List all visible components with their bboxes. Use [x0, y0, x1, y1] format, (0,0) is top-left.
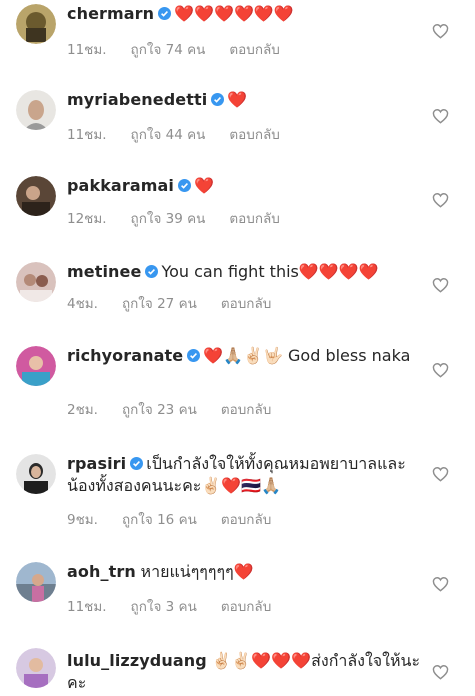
- avatar[interactable]: [16, 346, 56, 386]
- likes-count[interactable]: ถูกใจ 23 คน: [122, 402, 197, 418]
- comment-text: หายแน่ๆๆๆๆๆ❤️: [140, 562, 254, 581]
- reply-button[interactable]: ตอบกลับ: [221, 402, 271, 418]
- verified-badge-icon: [187, 346, 201, 362]
- comment-time: 9ชม.: [67, 512, 98, 528]
- heart-outline-icon[interactable]: [432, 108, 449, 124]
- likes-count[interactable]: ถูกใจ 16 คน: [122, 512, 197, 528]
- comment-text: ❤️❤️❤️❤️❤️❤️: [174, 4, 294, 23]
- comment-meta: 12ชม. ถูกใจ 39 คน ตอบกลับ: [67, 207, 304, 229]
- comment-item: myriabenedetti ❤️ 11ชม. ถูกใจ 44 คน ตอบกลับ: [0, 86, 475, 150]
- comment-line: aoh_trn หายแน่ๆๆๆๆๆ❤️: [67, 561, 423, 583]
- comment-text: ❤️: [227, 90, 248, 109]
- username[interactable]: chermarn: [67, 4, 154, 23]
- comment-meta: 4ชม. ถูกใจ 27 คน ตอบกลับ: [67, 292, 295, 314]
- avatar[interactable]: [16, 648, 56, 688]
- comment-meta: 11ชม. ถูกใจ 3 คน ตอบกลับ: [67, 595, 295, 617]
- comment-meta: 2ชม. ถูกใจ 23 คน ตอบกลับ: [67, 398, 295, 420]
- heart-outline-icon[interactable]: [432, 192, 449, 208]
- username[interactable]: myriabenedetti: [67, 90, 207, 109]
- comment-text: You can fight this❤️❤️❤️❤️: [161, 262, 379, 281]
- comment-meta: 11ชม. ถูกใจ 44 คน ตอบกลับ: [67, 123, 304, 145]
- comment-item: aoh_trn หายแน่ๆๆๆๆๆ❤️ 11ชม. ถูกใจ 3 คน ตอบ…: [0, 560, 475, 624]
- likes-count[interactable]: ถูกใจ 44 คน: [131, 127, 206, 143]
- comment-time: 11ชม.: [67, 127, 107, 143]
- reply-button[interactable]: ตอบกลับ: [221, 512, 271, 528]
- username[interactable]: richyoranate: [67, 346, 183, 365]
- comment-line: metinee You can fight this❤️❤️❤️❤️: [67, 261, 423, 283]
- comment-item: metinee You can fight this❤️❤️❤️❤️ 4ชม. ถู…: [0, 258, 475, 322]
- comment-line: myriabenedetti ❤️: [67, 89, 423, 111]
- comment-text: ❤️: [193, 176, 214, 195]
- reply-button[interactable]: ตอบกลับ: [229, 42, 279, 58]
- verified-badge-icon: [145, 262, 159, 278]
- likes-count[interactable]: ถูกใจ 74 คน: [131, 42, 206, 58]
- username[interactable]: lulu_lizzyduang: [67, 651, 207, 670]
- comment-item: rpasiri เป็นกำลังใจให้ทั้งคุณหมอพยาบาลและ…: [0, 452, 475, 532]
- avatar[interactable]: [16, 562, 56, 602]
- avatar[interactable]: [16, 454, 56, 494]
- comment-line: pakkaramai ❤️: [67, 175, 423, 197]
- heart-outline-icon[interactable]: [432, 664, 449, 680]
- heart-outline-icon[interactable]: [432, 277, 449, 293]
- heart-outline-icon[interactable]: [432, 362, 449, 378]
- verified-badge-icon: [158, 4, 172, 20]
- likes-count[interactable]: ถูกใจ 3 คน: [131, 599, 197, 615]
- comment-time: 4ชม.: [67, 296, 98, 312]
- comment-item: lulu_lizzyduang ✌🏻✌🏻❤️❤️❤️ส่งกำลังใจให้น…: [0, 646, 475, 696]
- heart-outline-icon[interactable]: [432, 23, 449, 39]
- comment-text: ❤️🙏🏼✌🏻🤟🏻 God bless naka: [203, 346, 411, 365]
- reply-button[interactable]: ตอบกลับ: [221, 599, 271, 615]
- comment-item: pakkaramai ❤️ 12ชม. ถูกใจ 39 คน ตอบกลับ: [0, 172, 475, 236]
- comment-item: richyoranate ❤️🙏🏼✌🏻🤟🏻 God bless naka 2ชม.…: [0, 344, 475, 424]
- comment-line: chermarn ❤️❤️❤️❤️❤️❤️: [67, 3, 423, 25]
- verified-badge-icon: [177, 176, 191, 192]
- avatar[interactable]: [16, 90, 56, 130]
- username[interactable]: metinee: [67, 262, 141, 281]
- reply-button[interactable]: ตอบกลับ: [229, 127, 279, 143]
- comment-item: chermarn ❤️❤️❤️❤️❤️❤️ 11ชม. ถูกใจ 74 คน ตอบ…: [0, 0, 475, 64]
- avatar[interactable]: [16, 176, 56, 216]
- reply-button[interactable]: ตอบกลับ: [221, 296, 271, 312]
- reply-button[interactable]: ตอบกลับ: [229, 211, 279, 227]
- comment-meta: 9ชม. ถูกใจ 16 คน ตอบกลับ: [67, 508, 295, 530]
- likes-count[interactable]: ถูกใจ 27 คน: [122, 296, 197, 312]
- likes-count[interactable]: ถูกใจ 39 คน: [131, 211, 206, 227]
- verified-badge-icon: [130, 454, 144, 470]
- comment-line: rpasiri เป็นกำลังใจให้ทั้งคุณหมอพยาบาลและ…: [67, 453, 423, 497]
- comment-meta: 11ชม. ถูกใจ 74 คน ตอบกลับ: [67, 38, 304, 60]
- heart-outline-icon[interactable]: [432, 576, 449, 592]
- comment-time: 2ชม.: [67, 402, 98, 418]
- verified-badge-icon: [211, 90, 225, 106]
- comment-line: richyoranate ❤️🙏🏼✌🏻🤟🏻 God bless naka: [67, 345, 423, 367]
- avatar[interactable]: [16, 262, 56, 302]
- username[interactable]: aoh_trn: [67, 562, 136, 581]
- comment-time: 11ชม.: [67, 599, 107, 615]
- comment-time: 12ชม.: [67, 211, 107, 227]
- username[interactable]: pakkaramai: [67, 176, 174, 195]
- username[interactable]: rpasiri: [67, 454, 126, 473]
- avatar[interactable]: [16, 4, 56, 44]
- heart-outline-icon[interactable]: [432, 466, 449, 482]
- comment-time: 11ชม.: [67, 42, 107, 58]
- comment-line: lulu_lizzyduang ✌🏻✌🏻❤️❤️❤️ส่งกำลังใจให้น…: [67, 650, 423, 694]
